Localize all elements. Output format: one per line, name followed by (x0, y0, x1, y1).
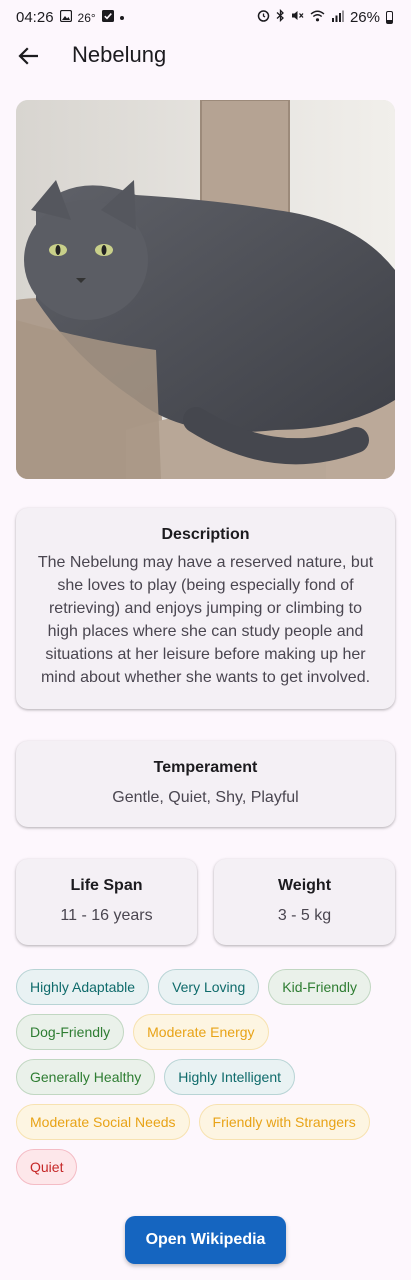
life-span-heading: Life Span (70, 877, 143, 894)
notification-dot-icon (119, 15, 124, 20)
battery-percent: 26% (349, 9, 380, 26)
mute-icon (291, 9, 304, 26)
app-bar: Nebelung (0, 36, 411, 80)
chip-label: Kid-Friendly (282, 979, 357, 995)
chip-label: Highly Adaptable (30, 979, 136, 995)
status-bar: 04:26 26° 26% (0, 0, 411, 36)
alarm-icon (257, 9, 270, 26)
weight-card: Weight 3 - 5 kg (214, 859, 395, 945)
trait-chip: Highly Adaptable (16, 969, 150, 1005)
battery-icon (386, 11, 393, 24)
description-text: The Nebelung may have a reserved nature,… (37, 554, 374, 686)
weight-text: 3 - 5 kg (277, 907, 332, 924)
temperament-heading: Temperament (153, 759, 258, 776)
trait-chip: Friendly with Strangers (198, 1104, 370, 1140)
description-card: Description The Nebelung may have a rese… (16, 508, 395, 709)
trait-chip: Generally Healthy (16, 1059, 156, 1095)
status-right: 26% (257, 8, 393, 26)
life-span-text: 11 - 16 years (60, 907, 153, 924)
temperament-card: Temperament Gentle, Quiet, Shy, Playful (16, 741, 395, 827)
trait-chips: Highly Adaptable Very Loving Kid-Friendl… (16, 969, 395, 1185)
trait-chip: Moderate Social Needs (16, 1104, 190, 1140)
trait-chip: Quiet (16, 1149, 78, 1185)
status-temperature: 26° (77, 10, 96, 25)
bluetooth-icon (276, 8, 285, 26)
weight-heading: Weight (277, 877, 332, 894)
chip-label: Generally Healthy (30, 1069, 142, 1085)
chip-label: Friendly with Strangers (212, 1114, 356, 1130)
trait-chip: Highly Intelligent (164, 1059, 296, 1095)
signal-icon (331, 10, 344, 26)
open-wikipedia-button[interactable]: Open Wikipedia (125, 1216, 286, 1264)
status-time: 04:26 (16, 9, 54, 26)
cat-photo (16, 100, 395, 479)
life-span-card: Life Span 11 - 16 years (16, 859, 197, 945)
trait-chip: Kid-Friendly (268, 969, 371, 1005)
gallery-icon (59, 9, 72, 26)
trait-chip: Very Loving (158, 969, 260, 1005)
check-box-icon (101, 9, 114, 26)
chip-label: Quiet (30, 1159, 64, 1175)
trait-chip: Dog-Friendly (16, 1014, 125, 1050)
chip-label: Highly Intelligent (178, 1069, 282, 1085)
chip-label: Very Loving (172, 979, 246, 995)
back-button[interactable] (10, 36, 46, 76)
wifi-icon (310, 10, 325, 26)
chip-label: Dog-Friendly (30, 1024, 111, 1040)
description-heading: Description (161, 526, 250, 543)
page-title: Nebelung (72, 42, 167, 67)
chip-label: Moderate Social Needs (30, 1114, 176, 1130)
trait-chip: Moderate Energy (133, 1014, 269, 1050)
temperament-text: Gentle, Quiet, Shy, Playful (112, 789, 299, 806)
arrow-back-icon (18, 47, 38, 65)
chip-label: Moderate Energy (147, 1024, 255, 1040)
status-left: 04:26 26° (16, 9, 124, 26)
